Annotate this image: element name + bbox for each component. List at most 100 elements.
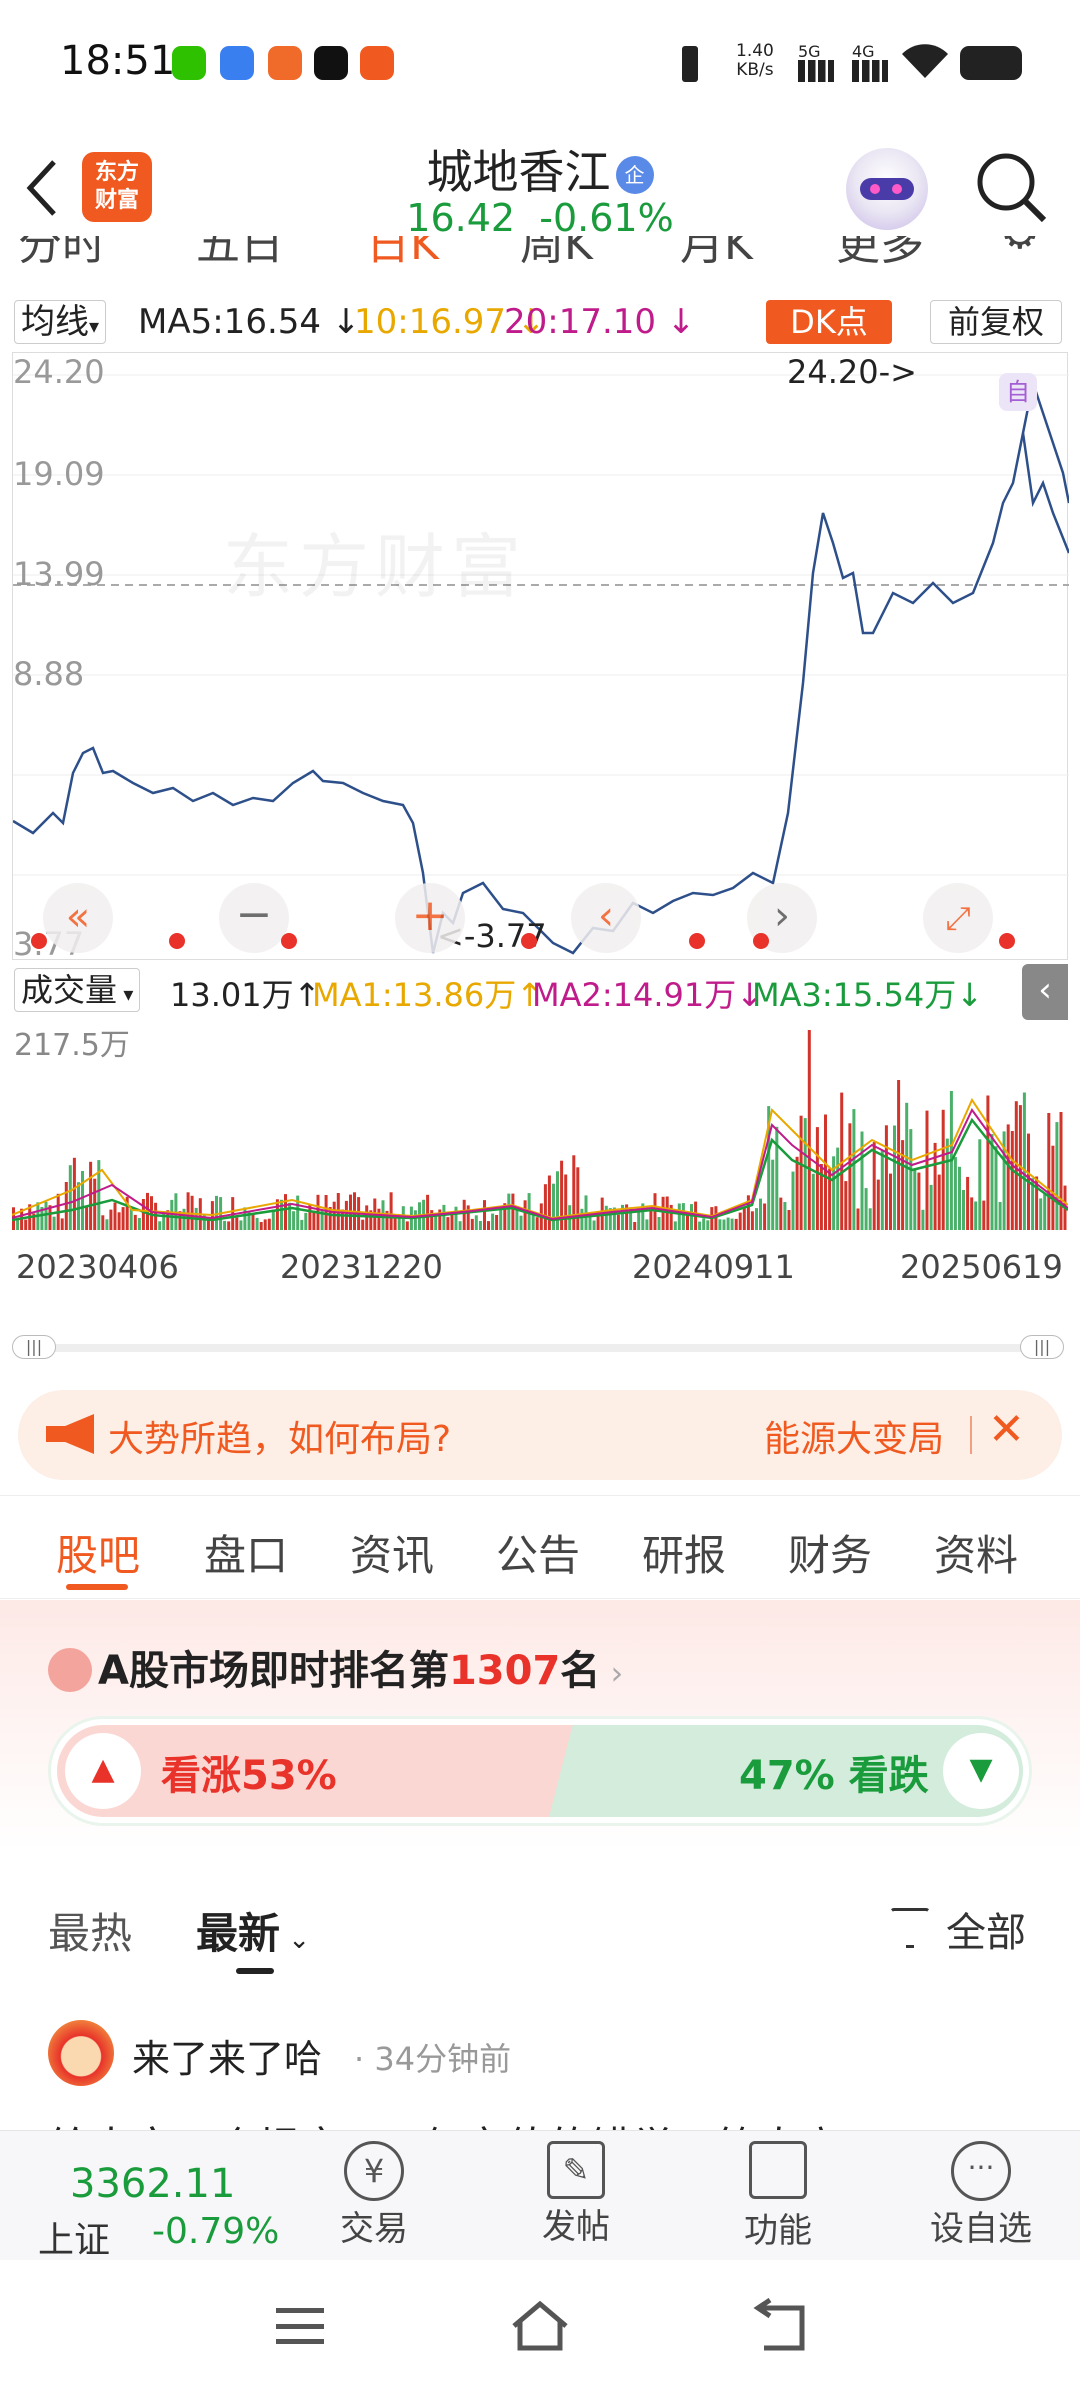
tab-monthly[interactable]: 月K xyxy=(680,236,753,266)
volume-bar xyxy=(292,1211,296,1230)
nav-add-watchlist[interactable]: ··· 设自选 xyxy=(916,2141,1046,2250)
volume-bar xyxy=(470,1218,474,1230)
kline-svg xyxy=(13,374,1069,955)
tab-intraday[interactable]: 分时 xyxy=(18,236,106,266)
volume-bar xyxy=(507,1193,511,1230)
volume-bar xyxy=(645,1219,649,1230)
tab-hottest[interactable]: 最热 xyxy=(48,1900,132,1961)
stock-header: 东方 财富 城地香江 企 16.42 -0.61% xyxy=(0,130,1080,250)
volume-bar xyxy=(1043,1193,1047,1230)
scroll-left-fast-button[interactable]: « xyxy=(43,883,113,953)
nav-trade[interactable]: ¥ 交易 xyxy=(314,2141,434,2250)
menu-icon[interactable] xyxy=(276,2308,324,2344)
zoom-in-button[interactable]: + xyxy=(395,883,465,953)
tab-news[interactable]: 资讯 xyxy=(350,1522,434,1583)
event-dot[interactable] xyxy=(281,933,297,949)
volume-bar xyxy=(649,1209,653,1230)
settings-icon[interactable]: ⚙ xyxy=(1000,236,1039,259)
tab-profile[interactable]: 资料 xyxy=(934,1522,1018,1583)
tab-research[interactable]: 研报 xyxy=(642,1522,726,1583)
volume-bar xyxy=(755,1208,758,1230)
price-line xyxy=(13,378,1069,955)
megaphone-icon xyxy=(46,1414,94,1454)
event-dot[interactable] xyxy=(999,933,1015,949)
promo-banner[interactable]: 大势所趋，如何布局? 能源大变局 ✕ xyxy=(18,1390,1062,1480)
ma-bar: 均线▾ MA5:16.54 ↓ 10:16.97 ↓ 20:17.10 ↓ DK… xyxy=(0,296,1080,352)
collapse-panel-button[interactable]: ‹ xyxy=(1022,964,1068,1020)
volume-select[interactable]: 成交量 ▾ xyxy=(14,968,141,1012)
slider-handle-left[interactable]: ||| xyxy=(12,1335,56,1359)
volume-bar xyxy=(523,1200,527,1230)
volume-bar xyxy=(970,1197,974,1230)
volume-bar xyxy=(446,1217,450,1230)
volume-bar xyxy=(519,1215,523,1230)
volume-bar xyxy=(543,1184,547,1230)
fullscreen-button[interactable]: ⤢ xyxy=(923,883,993,953)
volume-bar xyxy=(604,1205,608,1230)
bearish-arrow-icon[interactable]: ▼ xyxy=(943,1733,1019,1809)
dk-point-button[interactable]: DK点 xyxy=(766,300,892,344)
volume-bar xyxy=(487,1221,490,1230)
event-dot[interactable] xyxy=(689,933,705,949)
post-username[interactable]: 来了来了哈 xyxy=(132,2028,322,2083)
tab-guba[interactable]: 股吧 xyxy=(56,1522,140,1583)
event-dot[interactable] xyxy=(753,933,769,949)
time-range-slider[interactable]: ||| ||| xyxy=(12,1335,1068,1359)
volume-bar xyxy=(966,1176,970,1230)
event-dot[interactable] xyxy=(31,933,47,949)
index-widget[interactable]: 3362.11 上证 -0.79% xyxy=(30,2161,290,2261)
event-dot[interactable] xyxy=(521,933,537,949)
price-adjust-button[interactable]: 前复权 xyxy=(930,300,1062,344)
indicator-select[interactable]: 均线▾ xyxy=(14,300,107,344)
vol-ma2: MA2:14.91万↓ xyxy=(532,976,764,1014)
tab-daily[interactable]: 日K xyxy=(366,236,439,266)
volume-bar xyxy=(929,1184,933,1230)
bullish-arrow-icon[interactable]: ▲ xyxy=(65,1733,141,1809)
volume-bar xyxy=(730,1218,734,1230)
back-nav-icon[interactable] xyxy=(750,2298,814,2354)
tab-finance[interactable]: 财务 xyxy=(788,1522,872,1583)
volume-bar xyxy=(872,1142,876,1230)
filter-all-button[interactable]: 全部 xyxy=(946,1900,1026,1958)
ranking-row[interactable]: A股市场即时排名第1307名 › xyxy=(48,1638,623,1696)
tab-order-book[interactable]: 盘口 xyxy=(204,1522,288,1583)
user-avatar[interactable] xyxy=(48,2020,114,2086)
nav-post[interactable]: ✎ 发帖 xyxy=(516,2141,636,2248)
volume-bar xyxy=(478,1221,482,1230)
feed-tabs: 最热 最新 ⌄ 全部 xyxy=(0,1880,1080,1980)
volume-bar xyxy=(783,1202,787,1230)
volume-bar xyxy=(259,1222,263,1230)
network-speed: 1.40 KB/s xyxy=(736,41,774,80)
index-name: 上证 xyxy=(38,2220,111,2261)
filter-icon[interactable] xyxy=(890,1908,930,1948)
nav-functions[interactable]: 功能 xyxy=(718,2141,838,2252)
volume-bar xyxy=(556,1171,559,1230)
tab-weekly[interactable]: 周K xyxy=(520,236,593,266)
robot-assistant-icon[interactable] xyxy=(846,148,928,230)
event-dot[interactable] xyxy=(169,933,185,949)
zoom-out-button[interactable]: − xyxy=(219,883,289,953)
volume-indicator-bar: 成交量 ▾ 13.01万↑ MA1:13.86万↑ MA2:14.91万↓ MA… xyxy=(0,964,1080,1020)
close-icon[interactable]: ✕ xyxy=(988,1404,1025,1455)
volume-chart[interactable]: 217.5万 xyxy=(12,1020,1068,1235)
banner-link[interactable]: 能源大变局 xyxy=(764,1410,944,1462)
tab-more[interactable]: 更多 xyxy=(836,236,924,266)
slider-handle-right[interactable]: ||| xyxy=(1020,1335,1064,1359)
grid-icon xyxy=(749,2141,807,2199)
y-label-max: 24.20 xyxy=(13,353,105,391)
tab-5day[interactable]: 五日 xyxy=(196,236,284,266)
volume-bar xyxy=(312,1210,316,1230)
search-icon[interactable] xyxy=(972,148,1052,228)
tab-announcements[interactable]: 公告 xyxy=(496,1522,580,1583)
volume-bar xyxy=(552,1183,555,1230)
post-item[interactable]: 来了来了哈 · 34分钟前 给大家一个坦率100亿市值的错觉，简直高 xyxy=(0,2010,1080,2130)
volume-bar xyxy=(117,1212,121,1230)
active-tab-indicator xyxy=(66,1584,128,1590)
scroll-left-button[interactable]: ‹ xyxy=(571,883,641,953)
volume-bar xyxy=(937,1174,941,1230)
y-label-2: 19.09 xyxy=(13,455,105,493)
kline-chart[interactable]: 东方财富 24.20 19.09 13.99 8.88 3.77 24.20->… xyxy=(12,352,1069,963)
post-text[interactable]: 给大家一个坦率100亿市值的错觉，简直高 xyxy=(48,2114,842,2130)
tab-newest[interactable]: 最新 ⌄ xyxy=(196,1900,310,1961)
home-icon[interactable] xyxy=(508,2298,572,2354)
